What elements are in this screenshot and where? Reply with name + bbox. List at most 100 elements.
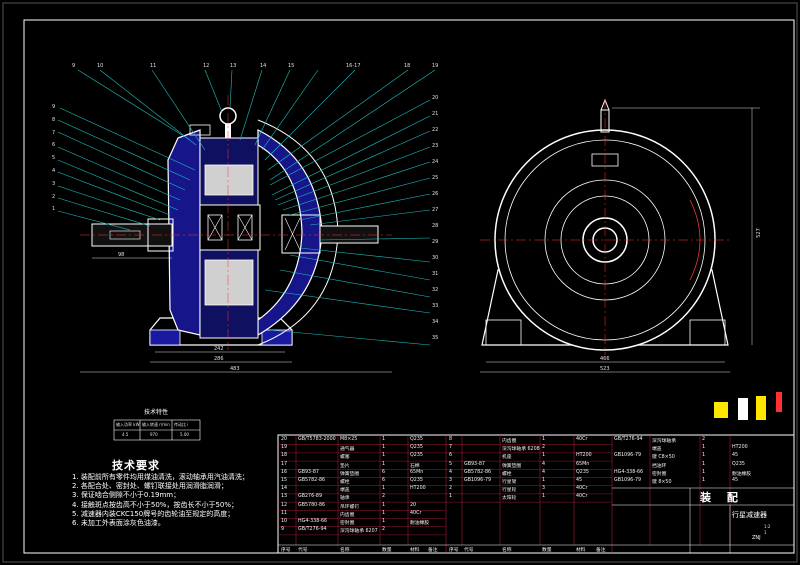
bom-left-cell: 65Mn (410, 469, 424, 475)
tech-requirement-item: 5. 减速器内装CKC150牌号的齿轮油至规定的高度； (72, 509, 235, 518)
bom-left-cell: 12 (281, 502, 288, 508)
bom-right-cell: 1 (702, 461, 706, 467)
bom-mid-cell: 4 (449, 469, 453, 475)
section-view (57, 69, 436, 373)
balloon-top-16-17: 16-17 (346, 63, 361, 69)
bom-right-cell: 键 C8×50 (652, 455, 675, 461)
bom-left-cell: GB5782-86 (298, 478, 326, 483)
dim-right-b: 523 (600, 366, 610, 372)
bom-left-cell: 耐油橡胶 (410, 521, 430, 526)
bom-right-cell: Q235 (732, 461, 745, 467)
bom-left-cell: 10 (281, 519, 288, 524)
balloon-right-22: 22 (432, 127, 439, 133)
dim-left-shaft: 98 (118, 252, 125, 258)
base-foot-right (261, 329, 293, 346)
bom-left-cell: 1 (382, 461, 386, 467)
bom-left-cell: 1 (382, 437, 386, 442)
bom-left-cell: 16 (281, 469, 288, 475)
balloon-top-19: 19 (432, 63, 439, 69)
dim-left-b: 286 (214, 356, 224, 362)
balloon-left-8: 8 (52, 116, 56, 123)
bom-mid-cell: 1 (542, 494, 546, 500)
balloon-top-18: 18 (404, 63, 411, 69)
bom-mid-cell: 1 (542, 437, 546, 442)
bom-mid-cell: 1 (449, 494, 453, 500)
bom-left-cell: 20 (410, 502, 417, 508)
bom-row-lines (278, 444, 612, 536)
balloon-left-2: 2 (52, 193, 56, 200)
bom-left-cell: 1 (382, 486, 386, 492)
bom-mid-cell: 5 (449, 461, 453, 467)
bom-left-cell: GB/T5783-2000 (298, 437, 336, 442)
bom-header-cell: 序号 (449, 548, 459, 553)
balloon-top-11: 11 (150, 63, 157, 69)
tech-table-cell-1-0: 4.5 (122, 432, 129, 437)
bom-right-cell: 1 (702, 453, 706, 459)
bom-left-cell: 11 (281, 510, 288, 516)
bom-right-cell: 密封圈 (652, 471, 667, 477)
bom-left-cell: 石棉 (410, 463, 420, 469)
bom-right-cell: 1 (702, 445, 706, 451)
bom-mid-cell: 深沟球轴承 6208 (502, 447, 540, 453)
bom-left-cell: GB93-87 (298, 469, 319, 475)
dim-left-a: 242 (214, 346, 224, 352)
balloon-right-26: 26 (432, 191, 439, 197)
bom-mid-cell: 3 (542, 486, 546, 492)
bom-left-cell: 深沟球轴承 6207 (340, 529, 378, 535)
bom-left-cell: 18 (281, 453, 288, 459)
balloon-right-32: 32 (432, 287, 439, 293)
end-foot-left (485, 319, 522, 346)
bom-header-cell: 序号 (281, 548, 291, 553)
tech-requirement-item: 3. 保证啮合侧隙不小于0.19mm； (72, 491, 181, 500)
bom-right-cell: HT200 (732, 445, 748, 451)
planet-carrier (199, 204, 261, 251)
bom-mid-cell: 7 (449, 445, 453, 451)
bom-left-cell: 40Cr (410, 510, 422, 516)
tech-table-cell-0-0: 输入功率 kW (116, 422, 140, 427)
bom-header-cell: 材料 (410, 548, 420, 553)
balloon-right-34: 34 (432, 319, 439, 325)
tech-table-cell-1-1: 970 (150, 432, 158, 437)
balloon-left-6: 6 (52, 142, 56, 149)
balloon-top-12: 12 (203, 63, 210, 69)
ring-gear-bottom (204, 259, 254, 306)
balloon-top-14: 14 (260, 63, 267, 69)
output-shaft (319, 225, 379, 244)
bom-right-cell: 2 (702, 437, 706, 442)
bom-right-cell: 挡油环 (652, 463, 667, 469)
bom-left-cell: 2 (382, 494, 386, 500)
tech-requirements: 1. 装配前所有零件均用煤油清洗，滚动轴承用汽油清洗； 2. 各配合处、密封处、螺… (72, 473, 282, 528)
tech-table-title: 技术特性 (144, 409, 169, 416)
bom-left-cell: 17 (281, 461, 288, 467)
bom-left-cell: 弹簧垫圈 (340, 471, 360, 477)
bom-mid-cell: 40Cr (576, 437, 588, 442)
bom-mid-cell: 3 (449, 478, 453, 483)
dim-left-c: 483 (230, 366, 240, 372)
bom-mid-cell: 太阳轮 (502, 496, 517, 502)
bom-mid-cell: 40Cr (576, 494, 588, 500)
bom-left-cell: 20 (281, 437, 288, 442)
bom-mid-cell: 65Mn (576, 461, 590, 467)
balloon-right-23: 23 (432, 143, 439, 149)
bom-right-cell: 45 (732, 453, 739, 459)
bom-mid-cell: Q235 (576, 469, 589, 475)
bom-mid-cell: 6 (449, 453, 453, 459)
balloon-right-20: 20 (432, 95, 439, 101)
bom-left-cell: 通气器 (340, 447, 355, 453)
bom-left-cell: Q235 (410, 478, 423, 483)
balloon-right-28: 28 (432, 223, 439, 229)
bom-right-cell: GB/T276-94 (614, 437, 643, 442)
bom-right-cell: 45 (732, 478, 739, 483)
bom-left-cell: GB5780-86 (298, 502, 326, 508)
bom-right-cell: GB1096-79 (614, 478, 642, 483)
bom-left-cell: 螺塞 (340, 455, 350, 461)
balloon-right-35: 35 (432, 335, 439, 341)
bom-left-cell: 密封圈 (340, 521, 355, 526)
balloon-right-33: 33 (432, 303, 439, 309)
bom-left-cell: 吊环螺钉 (340, 504, 360, 510)
bom-mid-cell: GB93-87 (464, 461, 485, 467)
bom-header-cell: 材料 (576, 548, 586, 553)
balloon-top-9: 9 (72, 63, 76, 69)
bom-mid-cell: 行星架 (502, 480, 517, 485)
title-block-product-name: 行星减速器 (732, 511, 767, 519)
